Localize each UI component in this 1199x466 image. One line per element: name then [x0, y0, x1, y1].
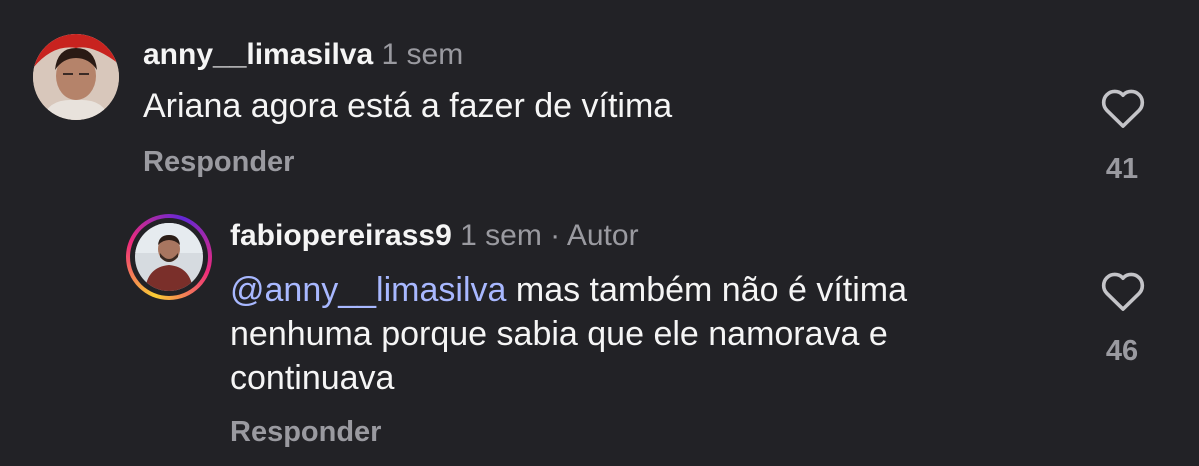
timestamp: 1 sem [381, 38, 464, 71]
avatar-photo-icon [33, 34, 119, 120]
separator-dot: · [550, 219, 561, 252]
reply-text-line: continuava [230, 359, 395, 397]
avatar-story-ring[interactable] [126, 214, 212, 300]
like-count: 46 [1105, 335, 1139, 367]
reply-text-segment: mas também não é vítima [506, 271, 908, 309]
heart-outline-icon [1101, 89, 1145, 128]
timestamp: 1 sem [460, 219, 542, 252]
reply-text-line: @anny__limasilva mas também não é vítima [230, 268, 907, 312]
heart-outline-icon [1101, 272, 1145, 311]
avatar-photo-icon [135, 223, 203, 291]
username[interactable]: anny__limasilva [143, 38, 373, 71]
reply-button[interactable]: Responder [230, 416, 381, 449]
avatar[interactable] [33, 34, 119, 120]
username[interactable]: fabiopereirass9 [230, 219, 452, 252]
reply-text-line: nenhuma porque sabia que ele namorava e [230, 315, 888, 353]
reply-text: @anny__limasilva mas também não é vítima… [230, 268, 907, 400]
comment-header: anny__limasilva 1 sem [143, 38, 463, 72]
reply-header: fabiopereirass9 1 sem · Autor [230, 219, 639, 253]
mention-link[interactable]: @anny__limasilva [230, 271, 506, 309]
reply-button[interactable]: Responder [143, 146, 294, 179]
like-button[interactable] [1098, 270, 1148, 317]
like-button[interactable] [1098, 87, 1148, 134]
comment-text: Ariana agora está a fazer de vítima [143, 87, 673, 125]
author-badge: Autor [566, 219, 639, 252]
like-count: 41 [1105, 153, 1139, 185]
